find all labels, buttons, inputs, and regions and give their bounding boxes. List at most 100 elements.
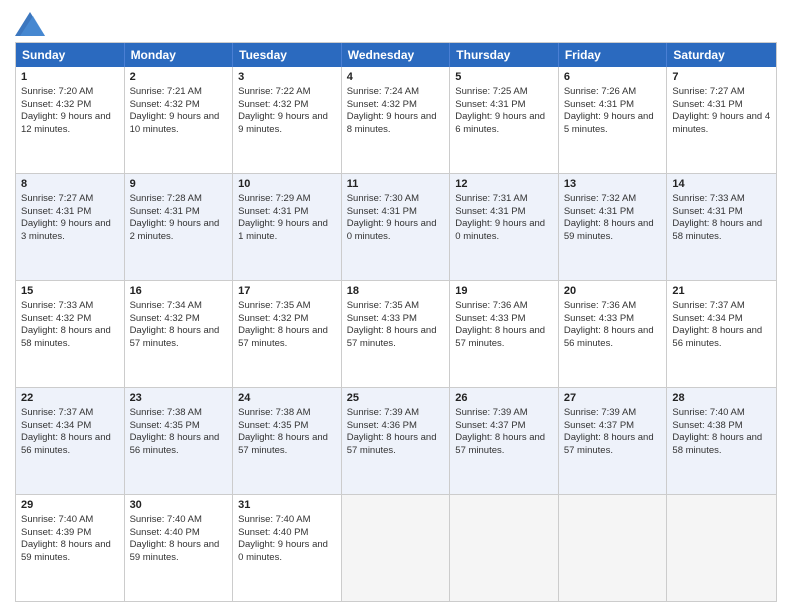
day-number: 3: [238, 70, 336, 85]
day-number: 22: [21, 391, 119, 406]
daylight-text: Daylight: 8 hours and 57 minutes.: [130, 325, 228, 351]
sunset-text: Sunset: 4:35 PM: [130, 420, 228, 433]
daylight-text: Daylight: 8 hours and 57 minutes.: [455, 325, 553, 351]
day-number: 5: [455, 70, 553, 85]
sunrise-text: Sunrise: 7:37 AM: [672, 300, 771, 313]
daylight-text: Daylight: 8 hours and 56 minutes.: [672, 325, 771, 351]
calendar-row-1: 1Sunrise: 7:20 AMSunset: 4:32 PMDaylight…: [16, 67, 776, 173]
sunrise-text: Sunrise: 7:39 AM: [564, 407, 662, 420]
sunrise-text: Sunrise: 7:25 AM: [455, 86, 553, 99]
calendar-cell: 30Sunrise: 7:40 AMSunset: 4:40 PMDayligh…: [125, 495, 234, 601]
day-number: 23: [130, 391, 228, 406]
daylight-text: Daylight: 8 hours and 57 minutes.: [347, 325, 445, 351]
sunset-text: Sunset: 4:37 PM: [564, 420, 662, 433]
sunset-text: Sunset: 4:34 PM: [21, 420, 119, 433]
day-number: 11: [347, 177, 445, 192]
calendar-cell: 3Sunrise: 7:22 AMSunset: 4:32 PMDaylight…: [233, 67, 342, 173]
calendar-cell: 14Sunrise: 7:33 AMSunset: 4:31 PMDayligh…: [667, 174, 776, 280]
daylight-text: Daylight: 9 hours and 0 minutes.: [347, 218, 445, 244]
sunrise-text: Sunrise: 7:27 AM: [21, 193, 119, 206]
sunset-text: Sunset: 4:34 PM: [672, 313, 771, 326]
sunset-text: Sunset: 4:32 PM: [238, 313, 336, 326]
day-number: 6: [564, 70, 662, 85]
day-number: 7: [672, 70, 771, 85]
sunrise-text: Sunrise: 7:39 AM: [347, 407, 445, 420]
daylight-text: Daylight: 9 hours and 6 minutes.: [455, 111, 553, 137]
day-number: 8: [21, 177, 119, 192]
sunset-text: Sunset: 4:31 PM: [564, 99, 662, 112]
day-number: 25: [347, 391, 445, 406]
daylight-text: Daylight: 8 hours and 58 minutes.: [672, 432, 771, 458]
daylight-text: Daylight: 9 hours and 4 minutes.: [672, 111, 771, 137]
day-number: 31: [238, 498, 336, 513]
calendar-row-5: 29Sunrise: 7:40 AMSunset: 4:39 PMDayligh…: [16, 494, 776, 601]
sunrise-text: Sunrise: 7:35 AM: [238, 300, 336, 313]
calendar-row-3: 15Sunrise: 7:33 AMSunset: 4:32 PMDayligh…: [16, 280, 776, 387]
daylight-text: Daylight: 8 hours and 58 minutes.: [672, 218, 771, 244]
sunset-text: Sunset: 4:31 PM: [455, 99, 553, 112]
day-number: 26: [455, 391, 553, 406]
calendar-row-2: 8Sunrise: 7:27 AMSunset: 4:31 PMDaylight…: [16, 173, 776, 280]
page: SundayMondayTuesdayWednesdayThursdayFrid…: [0, 0, 792, 612]
calendar-cell: 15Sunrise: 7:33 AMSunset: 4:32 PMDayligh…: [16, 281, 125, 387]
sunrise-text: Sunrise: 7:40 AM: [238, 514, 336, 527]
sunset-text: Sunset: 4:31 PM: [21, 206, 119, 219]
sunset-text: Sunset: 4:39 PM: [21, 527, 119, 540]
sunrise-text: Sunrise: 7:33 AM: [21, 300, 119, 313]
sunset-text: Sunset: 4:33 PM: [347, 313, 445, 326]
calendar-header-monday: Monday: [125, 43, 234, 67]
sunset-text: Sunset: 4:31 PM: [564, 206, 662, 219]
day-number: 9: [130, 177, 228, 192]
sunset-text: Sunset: 4:32 PM: [21, 313, 119, 326]
sunrise-text: Sunrise: 7:36 AM: [564, 300, 662, 313]
calendar-header-tuesday: Tuesday: [233, 43, 342, 67]
calendar-cell: 24Sunrise: 7:38 AMSunset: 4:35 PMDayligh…: [233, 388, 342, 494]
day-number: 14: [672, 177, 771, 192]
sunrise-text: Sunrise: 7:36 AM: [455, 300, 553, 313]
calendar-row-4: 22Sunrise: 7:37 AMSunset: 4:34 PM Dayligh…: [16, 387, 776, 494]
sunrise-text: Sunrise: 7:24 AM: [347, 86, 445, 99]
sunset-text: Sunset: 4:31 PM: [130, 206, 228, 219]
daylight-text: Daylight: 8 hours and 59 minutes.: [21, 539, 119, 565]
day-number: 4: [347, 70, 445, 85]
daylight-text: Daylight: 9 hours and 12 minutes.: [21, 111, 119, 137]
calendar-cell: 10Sunrise: 7:29 AMSunset: 4:31 PMDayligh…: [233, 174, 342, 280]
daylight-text: Daylight: 9 hours and 2 minutes.: [130, 218, 228, 244]
sunrise-text: Sunrise: 7:22 AM: [238, 86, 336, 99]
sunset-text: Sunset: 4:33 PM: [564, 313, 662, 326]
sunrise-text: Sunrise: 7:30 AM: [347, 193, 445, 206]
daylight-text: Daylight: 8 hours and 57 minutes.: [455, 432, 553, 458]
header: [15, 10, 777, 36]
sunrise-text: Sunrise: 7:31 AM: [455, 193, 553, 206]
calendar-cell: 4Sunrise: 7:24 AMSunset: 4:32 PMDaylight…: [342, 67, 451, 173]
calendar-cell: 9Sunrise: 7:28 AMSunset: 4:31 PMDaylight…: [125, 174, 234, 280]
calendar-header-wednesday: Wednesday: [342, 43, 451, 67]
daylight-text: Daylight: 8 hours and 57 minutes.: [564, 432, 662, 458]
sunset-text: Sunset: 4:31 PM: [347, 206, 445, 219]
sunrise-text: Sunrise: 7:20 AM: [21, 86, 119, 99]
calendar-cell: 20Sunrise: 7:36 AMSunset: 4:33 PMDayligh…: [559, 281, 668, 387]
sunrise-text: Sunrise: 7:37 AM: [21, 407, 119, 420]
calendar-header-sunday: Sunday: [16, 43, 125, 67]
calendar-cell: 23Sunrise: 7:38 AMSunset: 4:35 PMDayligh…: [125, 388, 234, 494]
daylight-text: Daylight: 9 hours and 5 minutes.: [564, 111, 662, 137]
daylight-text: Daylight: 9 hours and 0 minutes.: [238, 539, 336, 565]
daylight-text: Daylight: 8 hours and 57 minutes.: [347, 432, 445, 458]
daylight-text: Daylight: 9 hours and 8 minutes.: [347, 111, 445, 137]
calendar-cell: [667, 495, 776, 601]
calendar-cell: 18Sunrise: 7:35 AMSunset: 4:33 PMDayligh…: [342, 281, 451, 387]
calendar-cell: [450, 495, 559, 601]
sunrise-text: Sunrise: 7:40 AM: [21, 514, 119, 527]
daylight-text: Daylight: 8 hours and 57 minutes.: [238, 432, 336, 458]
sunset-text: Sunset: 4:32 PM: [21, 99, 119, 112]
daylight-text: Daylight: 8 hours and 56 minutes.: [564, 325, 662, 351]
calendar-cell: [559, 495, 668, 601]
calendar-cell: 6Sunrise: 7:26 AMSunset: 4:31 PMDaylight…: [559, 67, 668, 173]
day-number: 27: [564, 391, 662, 406]
sunrise-text: Sunrise: 7:33 AM: [672, 193, 771, 206]
daylight-text: Daylight: 8 hours and 59 minutes.: [564, 218, 662, 244]
calendar-cell: 11Sunrise: 7:30 AMSunset: 4:31 PMDayligh…: [342, 174, 451, 280]
sunrise-text: Sunrise: 7:40 AM: [130, 514, 228, 527]
sunrise-text: Sunrise: 7:32 AM: [564, 193, 662, 206]
calendar-cell: 22Sunrise: 7:37 AMSunset: 4:34 PMDayligh…: [16, 388, 125, 494]
